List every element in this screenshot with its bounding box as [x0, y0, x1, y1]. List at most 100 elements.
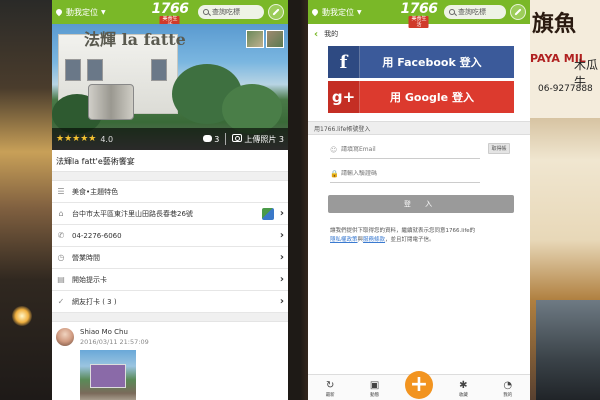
logo-sub: 美食生活 — [409, 16, 429, 28]
lock-icon: 🔒 — [330, 169, 339, 178]
terms-suffix: ，並且訂閱電子信。 — [385, 237, 435, 243]
photo-window — [87, 59, 103, 81]
background-sign-phone: 06-9277888 — [538, 84, 593, 94]
place-photo[interactable]: 法輝 la fatte ★★★★★ 4.0 3 上傳照片 3 — [52, 24, 288, 150]
pencil-icon[interactable] — [510, 4, 526, 20]
phone-row[interactable]: ✆ 04-2276-6060 › — [52, 225, 288, 247]
location-pin-icon — [310, 7, 320, 17]
offer-card-row[interactable]: ▤ 開始提示卡 › — [52, 269, 288, 291]
review-date: 2016/03/11 21:57:09 — [80, 338, 149, 346]
account-section-header: 用1766.life帳號登入 — [308, 121, 530, 135]
photo-sign-text: 法輝 la fatte — [84, 30, 186, 49]
chevron-right-icon: › — [279, 274, 284, 285]
facebook-login-button[interactable]: f 用 Facebook 登入 — [328, 46, 514, 78]
photo-thumbnails[interactable] — [246, 30, 284, 48]
pencil-icon[interactable] — [268, 4, 284, 20]
search-placeholder: 查詢吃標 — [212, 8, 240, 16]
search-input[interactable]: 查詢吃標 — [198, 5, 264, 19]
phone-place-detail: 動我定位 ▼ 1766 美食生活 查詢吃標 法輝 la fatte ★★★★★ — [52, 0, 288, 400]
camera-icon — [232, 133, 243, 142]
background-roof — [536, 300, 600, 400]
feed-icon: ▣ — [369, 380, 380, 391]
home-icon: ⌂ — [58, 209, 64, 218]
map-icon[interactable] — [261, 207, 274, 220]
clock-icon: ◷ — [57, 253, 65, 262]
nav-item-latest[interactable]: ↻ 最新 — [315, 380, 345, 398]
location-selector[interactable]: 動我定位 ▼ — [310, 7, 390, 18]
rating-value: 4.0 — [100, 134, 114, 144]
review-photo[interactable] — [80, 350, 136, 400]
location-pin-icon — [54, 7, 64, 17]
app-logo[interactable]: 1766 美食生活 — [401, 2, 438, 28]
nav-item-feed[interactable]: ▣ 動態 — [360, 380, 390, 398]
photo-window — [151, 59, 167, 81]
photo-thumbnail[interactable] — [246, 30, 264, 48]
search-icon — [203, 9, 209, 15]
password-field[interactable]: 🔒 — [330, 165, 480, 183]
address-row[interactable]: ⌂ 台中市太平區東汴里山田路長春巷26號 › — [52, 203, 288, 225]
category-text: 美食•主題特色 — [72, 187, 119, 196]
rating-stars: ★★★★★ — [56, 134, 97, 144]
privacy-policy-link[interactable]: 隱私權政策 — [330, 237, 358, 243]
checkins-row[interactable]: ✓ 網友打卡 ( 3 ) › — [52, 291, 288, 313]
chevron-right-icon: › — [279, 296, 284, 307]
bottom-nav: ↻ 最新 ▣ 動態 + ✱ 收藏 ◔ 我的 — [308, 371, 530, 400]
photo-thumbnail[interactable] — [266, 30, 284, 48]
email-field[interactable]: ☺ — [330, 141, 480, 159]
refresh-icon: ↻ — [325, 380, 335, 391]
nav-label: 最新 — [325, 393, 335, 398]
login-submit-button[interactable]: 登 入 — [328, 195, 514, 213]
nav-label: 我的 — [503, 393, 513, 398]
place-name: 法輝la fatt'e藝術饗宴 — [52, 150, 288, 172]
avatar[interactable] — [56, 328, 74, 346]
chevron-down-icon: ▼ — [101, 8, 106, 16]
divider — [225, 133, 227, 145]
photo-tree — [222, 84, 282, 134]
nav-label: 收藏 — [458, 393, 468, 398]
plus-icon: + — [404, 371, 433, 399]
bug-icon: ✱ — [459, 380, 468, 391]
upload-label: 上傳照片 3 — [244, 134, 284, 144]
terms-prefix: 讓我們提供下取得您的資料， — [330, 228, 402, 234]
email-input[interactable] — [341, 146, 471, 153]
top-bar: 動我定位 ▼ 1766 美食生活 查詢吃標 — [308, 0, 530, 28]
logo-number: 1766 — [400, 1, 438, 17]
terms-agree: 繼續就表示您同意1766.life的 — [401, 228, 476, 234]
phone-login: 動我定位 ▼ 1766 美食生活 查詢吃標 ‹ 我的 f 用 Facebook … — [308, 0, 530, 400]
nav-item-profile[interactable]: ◔ 我的 — [493, 380, 523, 398]
hours-row[interactable]: ◷ 營業時間 › — [52, 247, 288, 269]
nav-item-add[interactable]: + — [404, 371, 434, 399]
google-plus-icon: g+ — [328, 81, 360, 113]
terms-of-service-link[interactable]: 服務條款 — [363, 237, 385, 243]
photo-window — [65, 59, 81, 81]
chevron-right-icon: › — [279, 230, 284, 241]
terms-text: 讓我們提供下取得您的資料，繼續就表示您同意1766.life的 隱私權政策與服務… — [330, 227, 518, 245]
card-icon: ▤ — [57, 275, 65, 284]
get-code-button[interactable]: 取得帳 — [488, 143, 510, 154]
chevron-left-icon: ‹ — [314, 28, 319, 40]
location-selector[interactable]: 動我定位 ▼ — [54, 7, 134, 18]
check-icon: ✓ — [57, 297, 65, 306]
google-login-label: 用 Google 登入 — [390, 91, 474, 104]
back-label: 我的 — [324, 30, 339, 38]
comments-count: 3 — [214, 134, 220, 144]
section-gap — [52, 172, 288, 181]
search-icon — [449, 9, 455, 15]
facebook-icon: f — [328, 46, 360, 78]
chevron-down-icon: ▼ — [357, 8, 362, 16]
offer-card-text: 開始提示卡 — [72, 275, 107, 284]
hours-text: 營業時間 — [72, 253, 100, 262]
nav-item-favorites[interactable]: ✱ 收藏 — [448, 380, 478, 398]
review-author[interactable]: Shiao Mo Chu — [80, 328, 149, 336]
checkins-text: 網友打卡 ( 3 ) — [72, 297, 117, 306]
section-gap — [52, 313, 288, 322]
search-placeholder: 查詢吃標 — [458, 8, 486, 16]
upload-photo-button[interactable]: 上傳照片 3 — [232, 133, 284, 145]
password-input[interactable] — [341, 170, 471, 177]
comments-button[interactable]: 3 — [203, 134, 220, 144]
background-left-blur — [0, 0, 56, 400]
location-label: 動我定位 — [322, 7, 354, 17]
photo-info-bar: ★★★★★ 4.0 3 上傳照片 3 — [52, 128, 288, 150]
search-input[interactable]: 查詢吃標 — [444, 5, 506, 19]
google-login-button[interactable]: g+ 用 Google 登入 — [328, 81, 514, 113]
